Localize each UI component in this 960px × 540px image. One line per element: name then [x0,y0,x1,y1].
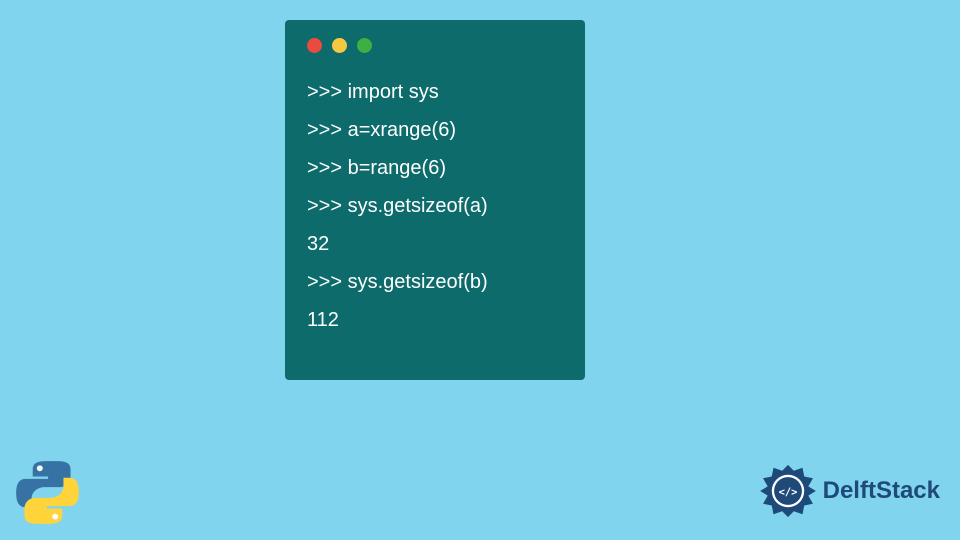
minimize-icon [332,38,347,53]
code-line: 32 [307,225,563,263]
delftstack-logo: </> DelftStack [759,462,940,520]
badge-icon: </> [759,462,817,520]
code-line: >>> import sys [307,73,563,111]
terminal-window: >>> import sys >>> a=xrange(6) >>> b=ran… [285,20,585,380]
window-controls [307,38,563,53]
code-line: >>> a=xrange(6) [307,111,563,149]
maximize-icon [357,38,372,53]
python-logo-icon [15,460,80,525]
code-line: >>> sys.getsizeof(b) [307,263,563,301]
code-line: 112 [307,301,563,339]
close-icon [307,38,322,53]
brand-name: DelftStack [823,477,940,505]
code-line: >>> sys.getsizeof(a) [307,187,563,225]
svg-text:</>: </> [778,487,797,499]
code-line: >>> b=range(6) [307,149,563,187]
